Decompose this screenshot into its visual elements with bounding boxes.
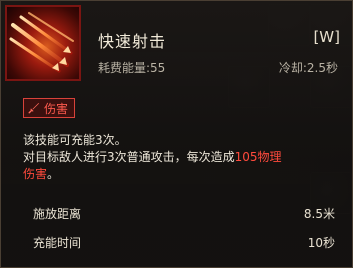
stat-value: 8.5米 xyxy=(303,207,335,221)
damage-type: 伤害 xyxy=(23,167,48,181)
sword-icon xyxy=(28,102,40,114)
description-line: 伤害。 xyxy=(23,166,343,183)
stat-row-range: 施放距离 8.5米 xyxy=(33,205,335,222)
arrow-volley-icon xyxy=(5,5,81,81)
cooldown: 冷却:2.5秒 xyxy=(278,61,338,75)
stat-value: 10秒 xyxy=(307,236,335,250)
description-text: 。 xyxy=(47,167,60,181)
description-text: 对目标敌人进行3次普通攻击，每次造成 xyxy=(23,150,235,164)
damage-tag: 伤害 xyxy=(23,98,76,118)
stat-label: 充能时间 xyxy=(33,236,82,250)
description-line: 该技能可充能3次。 xyxy=(23,133,127,147)
damage-value: 105物理 xyxy=(234,150,282,164)
skill-description: 该技能可充能3次。 对目标敌人进行3次普通攻击，每次造成105物理 伤害。 xyxy=(23,132,343,183)
skill-tooltip: 快速射击 [W] 耗费能量:55 冷却:2.5秒 伤害 该技能可充能3次。 对目… xyxy=(0,0,353,268)
damage-tag-label: 伤害 xyxy=(44,101,69,116)
skill-name: 快速射击 xyxy=(98,32,167,51)
energy-cost: 耗费能量:55 xyxy=(98,61,166,75)
stat-row-charge: 充能时间 10秒 xyxy=(33,234,335,251)
skill-hotkey: [W] xyxy=(313,28,340,46)
stat-label: 施放距离 xyxy=(33,207,82,221)
description-line: 对目标敌人进行3次普通攻击，每次造成105物理 xyxy=(23,149,343,166)
